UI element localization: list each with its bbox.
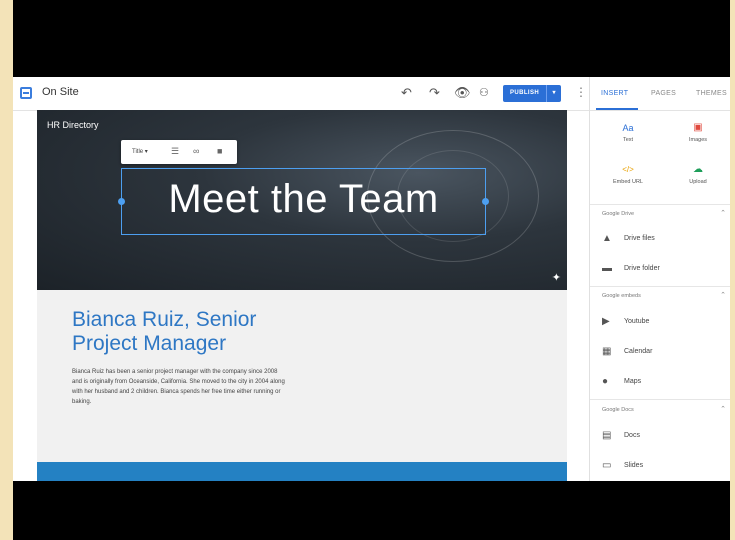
top-bar: On Site ↶ ↷ 👁 ⚇ PUBLISH ▾ ⋮ — [13, 77, 589, 111]
text-style-dropdown[interactable]: Title ▾ — [132, 148, 148, 155]
drive-icon: ▲ — [602, 233, 612, 244]
title-text-box[interactable]: Meet the Team — [118, 168, 489, 235]
upload-label: Upload — [689, 179, 707, 185]
publish-label: PUBLISH — [510, 90, 540, 96]
tab-insert[interactable]: INSERT — [601, 90, 628, 97]
section-google-docs: Google Docs — [602, 407, 634, 413]
site-header-label[interactable]: HR Directory — [47, 120, 99, 130]
drive-folder-label: Drive folder — [624, 265, 660, 272]
text-format-toolbar: Title ▾ ☰ ∞ ■ — [121, 140, 237, 164]
embed-url-label: Embed URL — [613, 179, 643, 185]
youtube-icon: ▶ — [602, 316, 610, 327]
blue-section-band — [37, 462, 567, 481]
person-bio[interactable]: Bianca Ruiz has been a senior project ma… — [72, 367, 287, 407]
insert-images-label: Images — [688, 137, 708, 143]
sparkle-icon[interactable]: ✦ — [552, 271, 561, 284]
collapse-icon[interactable]: ⌃ — [720, 209, 726, 217]
redo-icon[interactable]: ↷ — [429, 85, 440, 101]
active-tab-indicator — [596, 108, 638, 110]
calendar-icon: ▦ — [602, 346, 612, 357]
tab-themes[interactable]: THEMES — [696, 90, 727, 97]
section-google-drive: Google Drive — [602, 211, 635, 217]
insert-images-button[interactable]: ▣ Images — [668, 121, 728, 143]
side-panel: INSERT PAGES THEMES Aa Text ▣ Images </>… — [589, 77, 730, 481]
person-heading[interactable]: Bianca Ruiz, Senior Project Manager — [72, 308, 292, 356]
undo-icon[interactable]: ↶ — [401, 85, 412, 101]
youtube-label: Youtube — [624, 318, 650, 325]
insert-drive-files[interactable]: ▲ Drive files — [602, 233, 722, 247]
slides-label: Slides — [624, 462, 644, 469]
page-title[interactable]: Meet the Team — [122, 177, 485, 222]
site-title[interactable]: On Site — [42, 86, 79, 98]
divider — [590, 204, 730, 205]
insert-slides[interactable]: ▭ Slides — [602, 460, 722, 474]
publish-button[interactable]: PUBLISH ▾ — [503, 85, 561, 102]
calendar-label: Calendar — [624, 348, 653, 355]
content-section: Bianca Ruiz, Senior Project Manager Bian… — [37, 290, 567, 462]
more-vert-icon[interactable]: ⋮ — [575, 85, 587, 99]
collapse-icon[interactable]: ⌃ — [720, 291, 726, 299]
maps-label: Maps — [624, 378, 642, 385]
slides-icon: ▭ — [602, 460, 612, 471]
publish-dropdown-icon[interactable]: ▾ — [546, 85, 561, 102]
code-icon: </> — [622, 165, 634, 174]
link-icon[interactable]: ∞ — [193, 146, 199, 156]
insert-maps[interactable]: ● Maps — [602, 376, 722, 390]
insert-text-button[interactable]: Aa Text — [598, 121, 658, 143]
sites-logo-icon — [20, 87, 32, 99]
delete-icon[interactable]: ■ — [217, 146, 222, 156]
drive-files-label: Drive files — [624, 235, 655, 242]
map-pin-icon: ● — [602, 376, 609, 387]
folder-icon: ▬ — [602, 263, 612, 274]
insert-text-label: Text — [622, 137, 634, 143]
image-icon: ▣ — [693, 122, 703, 133]
panel-tabs: INSERT PAGES THEMES — [590, 77, 730, 111]
insert-drive-folder[interactable]: ▬ Drive folder — [602, 263, 722, 277]
embed-url-button[interactable]: </> Embed URL — [598, 163, 658, 185]
hero-banner[interactable]: HR Directory Title ▾ ☰ ∞ ■ Meet the Team… — [37, 110, 567, 290]
docs-icon: ▤ — [602, 430, 612, 441]
preview-eye-icon[interactable]: 👁 — [454, 85, 471, 101]
section-google-embeds: Google embeds — [602, 293, 641, 299]
cloud-upload-icon: ☁ — [693, 164, 703, 175]
align-icon[interactable]: ☰ — [171, 146, 179, 157]
google-sites-editor: On Site ↶ ↷ 👁 ⚇ PUBLISH ▾ ⋮ HR Directory… — [13, 77, 730, 481]
text-icon: Aa — [622, 123, 634, 133]
share-add-person-icon[interactable]: ⚇ — [479, 85, 489, 101]
text-style-label: Title — [132, 149, 144, 155]
insert-youtube[interactable]: ▶ Youtube — [602, 316, 722, 330]
upload-button[interactable]: ☁ Upload — [668, 163, 728, 185]
insert-docs[interactable]: ▤ Docs — [602, 430, 722, 444]
tab-pages[interactable]: PAGES — [651, 90, 676, 97]
insert-calendar[interactable]: ▦ Calendar — [602, 346, 722, 360]
collapse-icon[interactable]: ⌃ — [720, 405, 726, 413]
divider — [590, 399, 730, 400]
docs-label: Docs — [624, 432, 640, 439]
divider — [590, 286, 730, 287]
